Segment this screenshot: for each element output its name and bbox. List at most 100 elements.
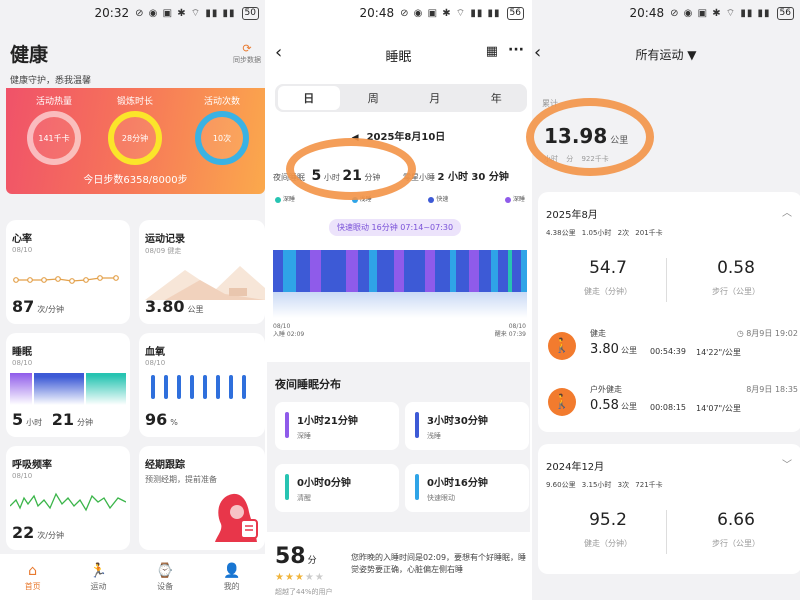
sleep-stage-segment xyxy=(416,250,425,292)
sync-label: 同步数据 xyxy=(233,56,261,64)
stat-deep-sleep: 1小时21分钟 深睡 xyxy=(275,402,399,450)
exercise-ring: 锻炼时长 28分钟 xyxy=(95,94,175,165)
period-woman-icon xyxy=(215,493,258,542)
watch-icon: ⌚ xyxy=(156,562,174,579)
sleep-stage-segment xyxy=(435,250,450,292)
sleep-start-label: 08/10 入睡 02:09 xyxy=(273,323,305,338)
sleep-stage-segment xyxy=(512,250,521,292)
heart-rate-sparkline xyxy=(13,275,119,284)
mountain-illustration-icon xyxy=(145,266,265,300)
exercise-record-card[interactable]: 运动记录 08/09 健走 3.80 公里 xyxy=(139,220,265,324)
sleep-legend: 深睡 浅睡 快速 深睡 xyxy=(275,194,525,203)
activity-count-ring-circle: 10次 xyxy=(195,111,249,165)
sleep-stage-segment xyxy=(283,250,296,292)
sleep-stage-segment xyxy=(377,250,394,292)
sleep-mini-chart xyxy=(10,373,126,405)
section-title: 夜间睡眠分布 xyxy=(275,378,341,391)
respiratory-sparkline xyxy=(10,492,126,512)
sleep-stage-segment xyxy=(320,250,338,292)
sleep-end-label: 08/10 醒来 07:39 xyxy=(494,323,526,338)
page-subtitle: 健康守护，悉我温馨 xyxy=(10,76,92,86)
home-icon: ⌂ xyxy=(28,562,38,579)
stat-light-sleep: 3小时30分钟 浅睡 xyxy=(405,402,529,450)
blood-oxygen-card[interactable]: 血氧 08/10 96% xyxy=(139,333,265,437)
total-distance: 累计 13.98 公里 小时 分 922千卡 xyxy=(542,99,629,163)
page-header: 健康 健康守护，悉我温馨 xyxy=(10,40,91,86)
status-bar: 20:48 ⊘ ◉ ▣ ✱ ⌔ ▮▮ ▮▮ 56 xyxy=(532,0,800,26)
screenshot-collage: 20:32 ⊘ ◉ ▣ ✱ ⌔ ▮▮ ▮▮ 50 健康 健康守护，悉我温馨 ⟳ … xyxy=(0,0,800,600)
period-tracking-card[interactable]: 经期跟踪 预测经期，提前准备 xyxy=(139,446,265,550)
exercise-ring-circle: 28分钟 xyxy=(108,111,162,165)
period-segmented-control: 日 周 月 年 xyxy=(275,84,527,112)
sync-button[interactable]: ⟳ 同步数据 xyxy=(233,42,261,65)
sync-icon: ⟳ xyxy=(242,42,252,55)
collapse-icon[interactable]: ︿ xyxy=(782,204,792,219)
nav-bar: ‹ 所有运动 ▼ xyxy=(532,40,800,70)
tab-home[interactable]: ⌂ 首页 xyxy=(25,563,41,592)
heart-rate-card[interactable]: 心率 08/10 87 次/分钟 xyxy=(6,220,130,324)
sleep-stage-segment xyxy=(456,250,469,292)
nav-bar: ‹ 睡眠 ▦ ··· xyxy=(267,40,530,70)
sleep-distribution-section: 夜间睡眠分布 1小时21分钟 深睡 3小时30分钟 浅睡 0小时0分钟 清醒 0… xyxy=(267,362,530,532)
sleep-stage-segment xyxy=(273,250,284,292)
star-rating-icon: ★★★★★ xyxy=(275,572,325,583)
running-icon: 🏃 xyxy=(89,562,108,579)
walking-icon: 🚶 xyxy=(548,388,576,416)
status-icons: ⊘ ◉ ▣ ✱ ⌔ ▮▮ ▮▮ xyxy=(400,7,501,19)
bottom-tab-bar: ⌂ 首页 🏃 运动 ⌚ 设备 👤 我的 xyxy=(0,554,265,600)
status-icons: ⊘ ◉ ▣ ✱ ⌔ ▮▮ ▮▮ xyxy=(135,7,236,19)
status-icons: ⊘ ◉ ▣ ✱ ⌔ ▮▮ ▮▮ xyxy=(670,7,771,19)
sleep-score-card[interactable]: 58 分 ★★★★★ 超越了44%的用户 您昨晚的入睡时间是02:09，要想有个好… xyxy=(267,538,530,600)
sleep-stage-segment xyxy=(345,250,359,292)
prev-day-icon[interactable]: ◀ xyxy=(352,133,359,143)
sleep-card[interactable]: 睡眠 08/10 5 小时 21 分钟 xyxy=(6,333,130,437)
sleep-stage-segment xyxy=(478,250,492,292)
sport-filter-dropdown[interactable]: 所有运动 ▼ xyxy=(532,46,800,63)
walking-icon: 🚶 xyxy=(548,332,576,360)
sleep-stage-segment xyxy=(424,250,436,292)
activity-item[interactable]: 🚶 健走 3.80 公里 00:54:39 14'22"/公里 ◷ 8月9日 19… xyxy=(538,326,800,376)
tab-sport[interactable]: 🏃 运动 xyxy=(90,563,107,592)
sleep-stage-segment xyxy=(468,250,479,292)
tab-month[interactable]: 月 xyxy=(404,90,466,106)
status-time: 20:48 xyxy=(359,6,395,20)
calories-ring: 活动热量 141千卡 xyxy=(14,94,94,165)
step-count: 今日步数6358/8000步 xyxy=(83,175,188,186)
sleep-stage-segment xyxy=(393,250,405,292)
tab-week[interactable]: 周 xyxy=(343,90,405,106)
activity-item[interactable]: 🚶 户外健走 0.58 公里 00:08:15 14'07"/公里 8月9日 18… xyxy=(538,382,800,432)
page-title: 健康 xyxy=(10,44,49,66)
battery-icon: 56 xyxy=(776,6,794,20)
tab-device[interactable]: ⌚ 设备 xyxy=(156,563,173,592)
calories-ring-circle: 141千卡 xyxy=(27,111,81,165)
stat-rem: 0小时16分钟 快速眼动 xyxy=(405,464,529,512)
status-time: 20:32 xyxy=(94,6,130,20)
month-card-2025-08: 2025年8月 ︿ 4.38公里 1.05小时 2次 201千卡 54.7 健走… xyxy=(538,192,800,432)
sleep-stage-segment xyxy=(358,250,369,292)
tab-year[interactable]: 年 xyxy=(466,90,528,106)
sport-records-screen: 20:48 ⊘ ◉ ▣ ✱ ⌔ ▮▮ ▮▮ 56 ‹ 所有运动 ▼ 累计 13.… xyxy=(530,0,800,600)
calendar-icon[interactable]: ▦ xyxy=(486,44,498,59)
more-icon[interactable]: ··· xyxy=(508,42,524,58)
month-card-2024-12: 2024年12月 ﹀ 9.60公里 3.15小时 3次 721千卡 95.2 健… xyxy=(538,444,800,574)
respiratory-rate-card[interactable]: 呼吸频率 08/10 22 次/分钟 xyxy=(6,446,130,550)
status-bar: 20:48 ⊘ ◉ ▣ ✱ ⌔ ▮▮ ▮▮ 56 xyxy=(267,0,530,26)
rem-tooltip: 快速眼动 16分钟 07:14~07:30 xyxy=(329,219,462,236)
sleep-advice-text: 您昨晚的入睡时间是02:09，要想有个好睡眠，睡觉姿势要正确，心脏偏左侧右睡 xyxy=(351,553,527,574)
tab-profile[interactable]: 👤 我的 xyxy=(223,563,240,592)
sleep-detail-screen: 20:48 ⊘ ◉ ▣ ✱ ⌔ ▮▮ ▮▮ 56 ‹ 睡眠 ▦ ··· 日 周 … xyxy=(265,0,530,600)
sleep-stage-segment xyxy=(295,250,311,292)
expand-icon[interactable]: ﹀ xyxy=(782,456,792,471)
battery-icon: 50 xyxy=(241,6,259,20)
sleep-summary: 夜间睡眠 5 小时 21 分钟 零星小睡 2 小时 30 分钟 xyxy=(273,168,509,184)
tab-day[interactable]: 日 xyxy=(278,86,340,110)
activity-rings-card[interactable]: 活动热量 141千卡 锻炼时长 28分钟 活动次数 10次 今日步数6358/8… xyxy=(6,88,265,194)
sleep-stage-chart[interactable] xyxy=(273,250,527,292)
sleep-stage-segment xyxy=(368,250,378,292)
sleep-stage-segment xyxy=(404,250,417,292)
date-selector[interactable]: ◀ 2025年8月10日 xyxy=(267,128,530,143)
health-home-screen: 20:32 ⊘ ◉ ▣ ✱ ⌔ ▮▮ ▮▮ 50 健康 健康守护，悉我温馨 ⟳ … xyxy=(0,0,265,600)
battery-icon: 56 xyxy=(506,6,524,20)
status-bar: 20:32 ⊘ ◉ ▣ ✱ ⌔ ▮▮ ▮▮ 50 xyxy=(0,0,265,26)
sleep-stage-segment xyxy=(337,250,346,292)
